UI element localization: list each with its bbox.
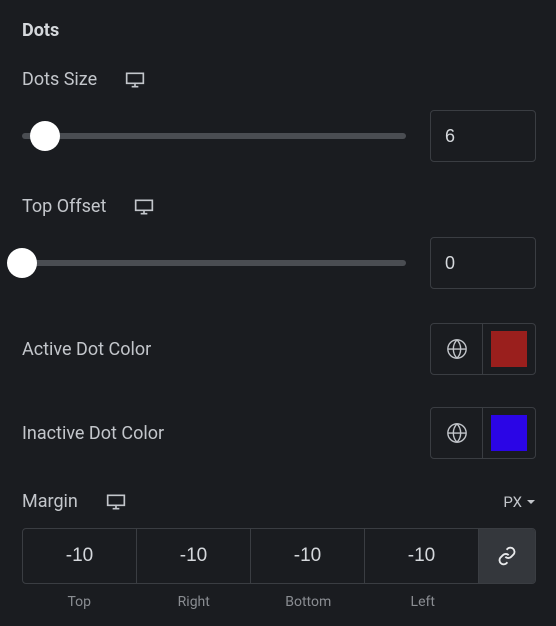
link-values-button[interactable] [479, 529, 535, 583]
active-dot-color-label: Active Dot Color [22, 339, 151, 360]
margin-header: Margin PX [22, 491, 536, 512]
margin-right-side-label: Right [137, 594, 252, 610]
inactive-dot-color-controls [430, 407, 536, 459]
dots-size-label: Dots Size [22, 69, 97, 90]
inactive-dot-color-label: Inactive Dot Color [22, 423, 164, 444]
active-dot-color-swatch[interactable] [483, 324, 535, 374]
inactive-dot-color-swatch[interactable] [483, 408, 535, 458]
margin-label: Margin [22, 491, 78, 512]
unit-selector[interactable]: PX [503, 493, 536, 511]
chevron-down-icon [526, 497, 536, 507]
margin-inputs [22, 528, 536, 584]
slider-thumb[interactable] [30, 121, 60, 151]
margin-bottom-input[interactable] [251, 529, 364, 583]
global-color-button[interactable] [431, 408, 483, 458]
dots-size-label-row: Dots Size [22, 69, 536, 90]
top-offset-slider[interactable] [22, 248, 406, 278]
top-offset-label-row: Top Offset [22, 196, 536, 217]
active-dot-color-row: Active Dot Color [22, 323, 536, 375]
dots-size-slider[interactable] [22, 121, 406, 151]
margin-top-side-label: Top [22, 594, 137, 610]
slider-thumb[interactable] [7, 248, 37, 278]
margin-top-input[interactable] [23, 529, 136, 583]
margin-side-labels: Top Right Bottom Left [22, 594, 536, 610]
margin-left-input[interactable] [365, 529, 478, 583]
responsive-device-icon[interactable] [134, 198, 154, 216]
responsive-device-icon[interactable] [106, 493, 126, 511]
active-dot-color-controls [430, 323, 536, 375]
responsive-device-icon[interactable] [125, 71, 145, 89]
margin-bottom-cell [251, 529, 365, 583]
margin-left-side-label: Left [366, 594, 481, 610]
margin-bottom-side-label: Bottom [251, 594, 366, 610]
margin-right-cell [137, 529, 251, 583]
inactive-dot-color-row: Inactive Dot Color [22, 407, 536, 459]
top-offset-input[interactable] [430, 237, 536, 289]
margin-left-cell [365, 529, 479, 583]
top-offset-label: Top Offset [22, 196, 106, 217]
margin-top-cell [23, 529, 137, 583]
link-icon [497, 546, 517, 566]
section-title: Dots [22, 20, 536, 41]
dots-size-input[interactable] [430, 110, 536, 162]
margin-right-input[interactable] [137, 529, 250, 583]
top-offset-row [22, 237, 536, 289]
dots-size-row [22, 110, 536, 162]
unit-label: PX [503, 493, 522, 511]
global-color-button[interactable] [431, 324, 483, 374]
